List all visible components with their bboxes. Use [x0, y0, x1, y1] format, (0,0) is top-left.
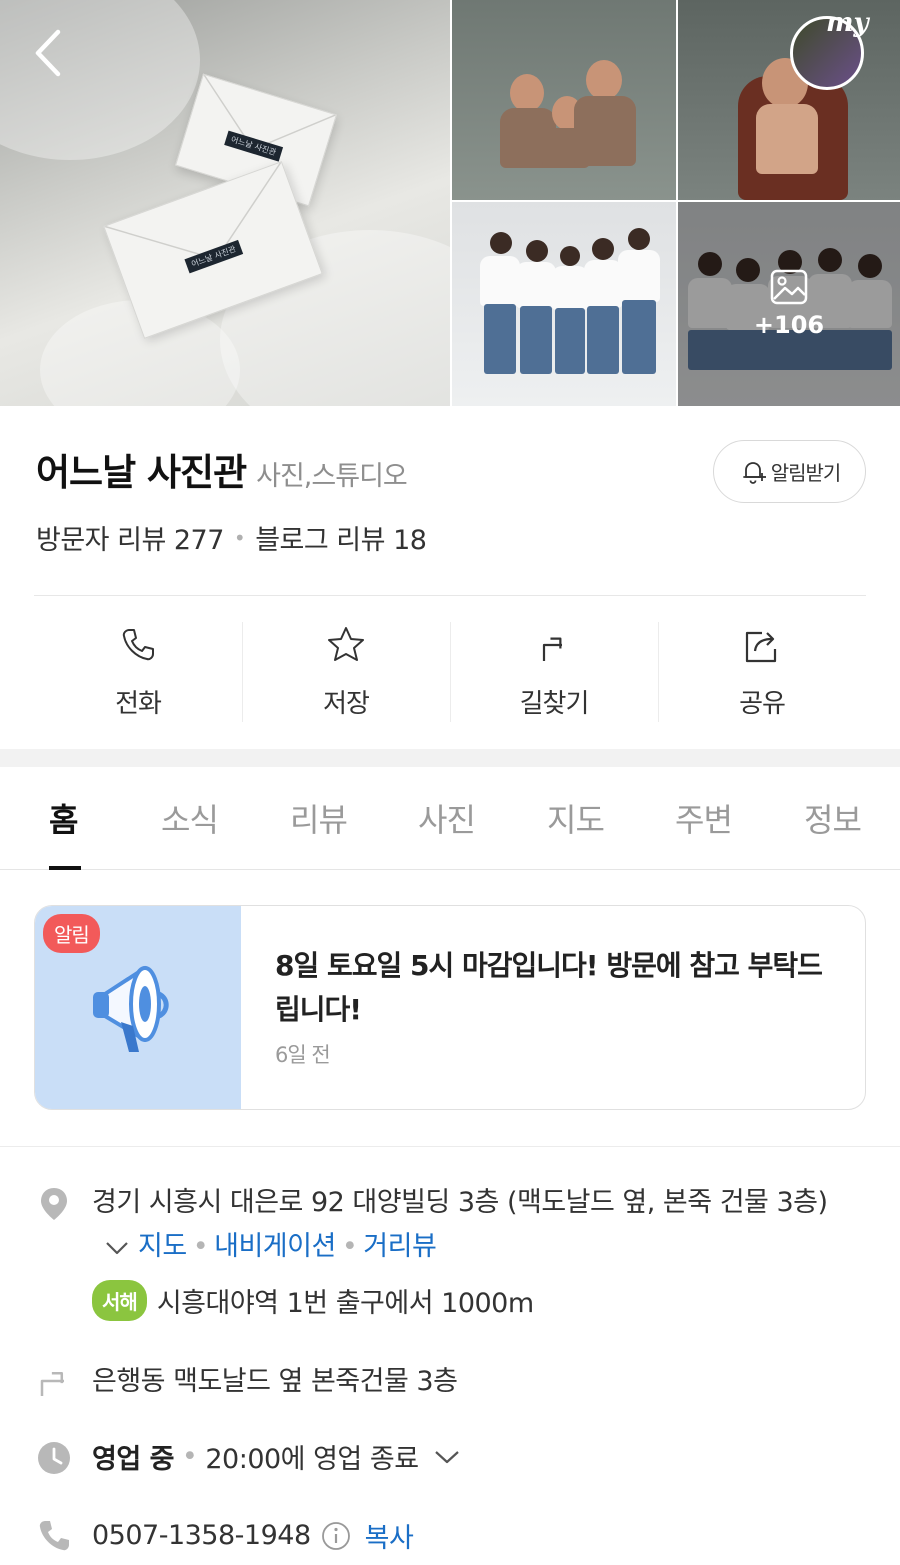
tab-news[interactable]: 소식 [161, 795, 219, 841]
phone-icon [39, 1521, 69, 1551]
review-summary: 방문자 리뷰 277 • 블로그 리뷰 18 [36, 518, 427, 557]
address-text: 경기 시흥시 대은로 92 대양빌딩 3층 (맥도날드 옆, 본죽 건물 3층) [92, 1187, 828, 1218]
more-photos-overlay[interactable]: +106 [678, 202, 900, 406]
subway-text: 시흥대야역 1번 출구에서 1000m [156, 1288, 534, 1319]
call-label: 전화 [115, 689, 162, 719]
subway-info: 서해 시흥대야역 1번 출구에서 1000m [92, 1280, 534, 1321]
action-bar: 전화 저장 길찾기 공유 [34, 622, 866, 722]
directions-text: 은행동 맥도날드 옆 본죽건물 3층 [92, 1366, 458, 1397]
section-gap [0, 749, 900, 767]
share-label: 공유 [739, 689, 786, 719]
visitor-reviews-link[interactable]: 방문자 리뷰 277 [36, 518, 224, 557]
divider [0, 1146, 900, 1147]
notice-badge: 알림 [43, 914, 100, 953]
image-icon [770, 269, 808, 305]
map-link[interactable]: 지도 [138, 1231, 187, 1262]
more-photos-count: +106 [753, 311, 825, 339]
phone-number[interactable]: 0507-1358-1948 [92, 1520, 311, 1551]
tab-bar: 홈 소식 리뷰 사진 지도 주변 정보 [0, 767, 900, 870]
subway-line-badge: 서해 [92, 1280, 147, 1321]
closing-time: 20:00에 영업 종료 [205, 1444, 419, 1475]
tab-map[interactable]: 지도 [547, 795, 605, 841]
share-icon [745, 631, 777, 663]
star-icon [328, 627, 364, 661]
photo-gallery[interactable]: 어느날 사진관 어느날 사진관 +106 my [0, 0, 900, 406]
back-arrow-icon[interactable] [30, 28, 70, 78]
tab-home[interactable]: 홈 [49, 795, 78, 841]
directions-label: 길찾기 [519, 689, 590, 719]
streetview-link[interactable]: 거리뷰 [363, 1231, 437, 1262]
blog-reviews-link[interactable]: 블로그 리뷰 18 [255, 518, 427, 557]
megaphone-icon [93, 966, 169, 1052]
phone-row: 0507-1358-1948 복사 [92, 1516, 414, 1555]
separator-dot: • [233, 525, 246, 550]
directions-icon [542, 637, 562, 661]
phone-icon [122, 629, 154, 661]
photo-thumbnail[interactable] [452, 0, 676, 200]
notice-time: 6일 전 [275, 1043, 331, 1067]
save-label: 저장 [323, 689, 370, 719]
copy-button[interactable]: 복사 [365, 1516, 414, 1555]
tab-info[interactable]: 정보 [804, 795, 862, 841]
info-icon[interactable] [321, 1521, 351, 1551]
place-category: 사진,스튜디오 [256, 461, 408, 492]
bell-plus-icon [742, 461, 766, 484]
title-row: 어느날 사진관 사진,스튜디오 [36, 442, 408, 496]
save-button[interactable]: 저장 [242, 622, 450, 722]
share-button[interactable]: 공유 [658, 622, 866, 722]
address-block: 경기 시흥시 대은로 92 대양빌딩 3층 (맥도날드 옆, 본죽 건물 3층)… [92, 1187, 828, 1262]
photo-thumbnail[interactable] [452, 202, 676, 406]
chevron-down-icon[interactable] [104, 1238, 130, 1258]
open-status: 영업 중 [92, 1444, 174, 1475]
chevron-down-icon[interactable] [433, 1447, 461, 1467]
clock-icon [38, 1442, 70, 1474]
notice-text: 8일 토요일 5시 마감입니다! 방문에 참고 부탁드립니다! [275, 949, 823, 1026]
navigation-link[interactable]: 내비게이션 [214, 1231, 336, 1262]
alarm-button-label: 알림받기 [770, 461, 842, 485]
my-badge: my [826, 8, 869, 38]
divider [34, 595, 866, 596]
directions-icon [40, 1371, 64, 1396]
alarm-button[interactable]: 알림받기 [713, 440, 866, 503]
location-pin-icon [41, 1188, 67, 1220]
hours-row[interactable]: 영업 중 • 20:00에 영업 종료 [92, 1437, 461, 1476]
tab-reviews[interactable]: 리뷰 [290, 795, 348, 841]
notice-card[interactable]: 알림 8일 토요일 5시 마감입니다! 방문에 참고 부탁드립니다! 6일 전 [34, 905, 866, 1110]
tab-nearby[interactable]: 주변 [675, 795, 733, 841]
active-tab-indicator [49, 866, 81, 870]
page-title: 어느날 사진관 [36, 451, 247, 494]
tab-photos[interactable]: 사진 [418, 795, 476, 841]
directions-button[interactable]: 길찾기 [450, 622, 658, 722]
call-button[interactable]: 전화 [34, 622, 242, 722]
